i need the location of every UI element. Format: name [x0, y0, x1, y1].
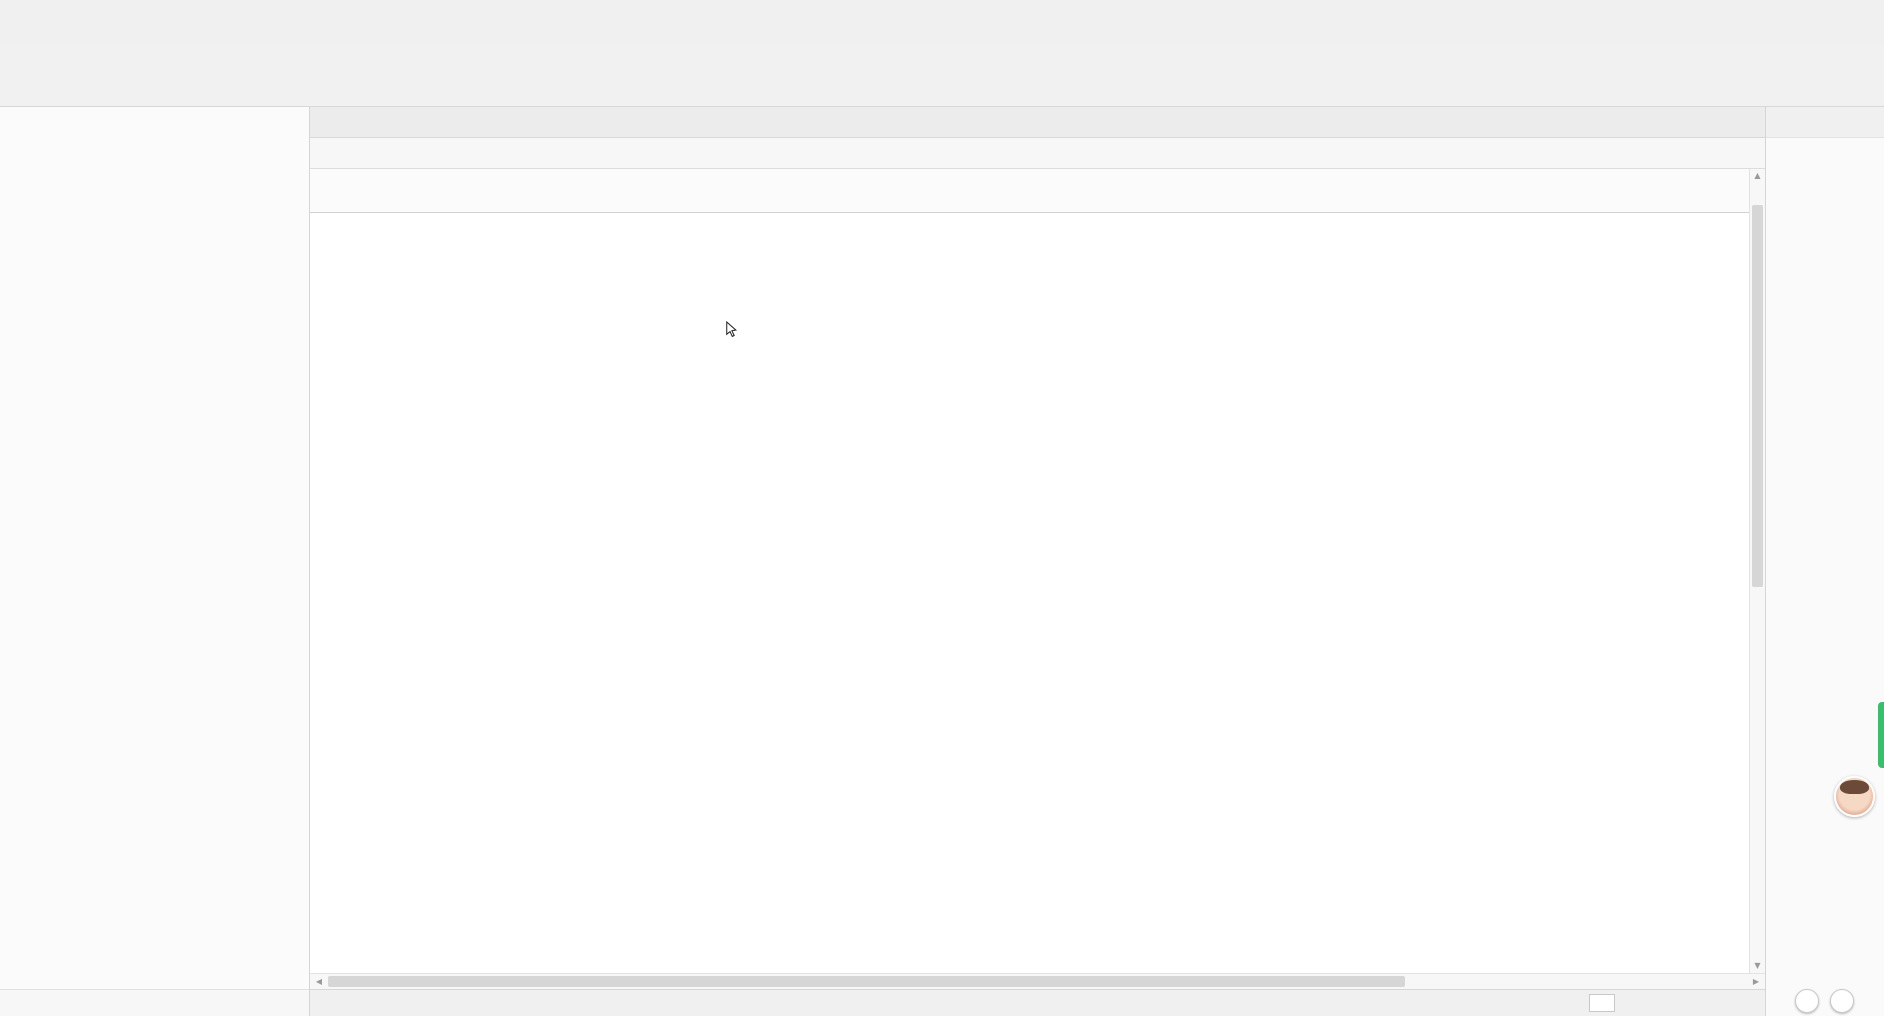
sidebar [0, 107, 310, 1016]
sidebar-search-bar [0, 989, 309, 1016]
horizontal-scrollbar[interactable]: ◀ ▶ [310, 973, 1765, 989]
connection-tree [0, 134, 309, 989]
main-area: ▲ ▼ ◀ ▶ [0, 107, 1884, 1016]
floating-avatar[interactable] [1834, 776, 1875, 817]
screen-recorder-overlay [1784, 989, 1876, 1013]
title-bar [0, 0, 1884, 20]
pause-recording-button[interactable] [1795, 989, 1819, 1013]
navicat-window: ▲ ▼ ◀ ▶ [0, 0, 1884, 1016]
assistant-robot-button[interactable] [1842, 486, 1871, 515]
scroll-up-arrow[interactable]: ▲ [1750, 169, 1765, 183]
vertical-scroll-thumb[interactable] [1752, 205, 1763, 587]
main-toolbar [0, 45, 1884, 107]
table-toolbar [310, 138, 1765, 169]
side-handle[interactable] [1878, 702, 1884, 768]
field-header [1766, 138, 1884, 152]
tab-bar [310, 107, 1765, 138]
content-area: ▲ ▼ ◀ ▶ [310, 107, 1765, 1016]
page-number-input[interactable] [1589, 994, 1615, 1012]
pagination [1573, 994, 1623, 1012]
sidebar-header [0, 107, 309, 134]
data-grid [310, 169, 1749, 973]
record-button[interactable] [1830, 989, 1854, 1013]
mouse-cursor [722, 320, 741, 342]
scroll-right-arrow[interactable]: ▶ [1749, 974, 1763, 989]
vertical-scrollbar[interactable]: ▲ ▼ [1749, 169, 1765, 973]
horizontal-scroll-thumb[interactable] [328, 976, 1405, 987]
menu-bar [0, 20, 1884, 45]
grid-area: ▲ ▼ [310, 169, 1765, 973]
scroll-left-arrow[interactable]: ◀ [312, 974, 326, 989]
grid-header [310, 169, 1749, 213]
properties-panel [1765, 107, 1884, 1016]
scroll-down-arrow[interactable]: ▼ [1750, 959, 1765, 973]
panel-header [1766, 107, 1884, 138]
grid-bottom-toolbar [310, 989, 1765, 1016]
